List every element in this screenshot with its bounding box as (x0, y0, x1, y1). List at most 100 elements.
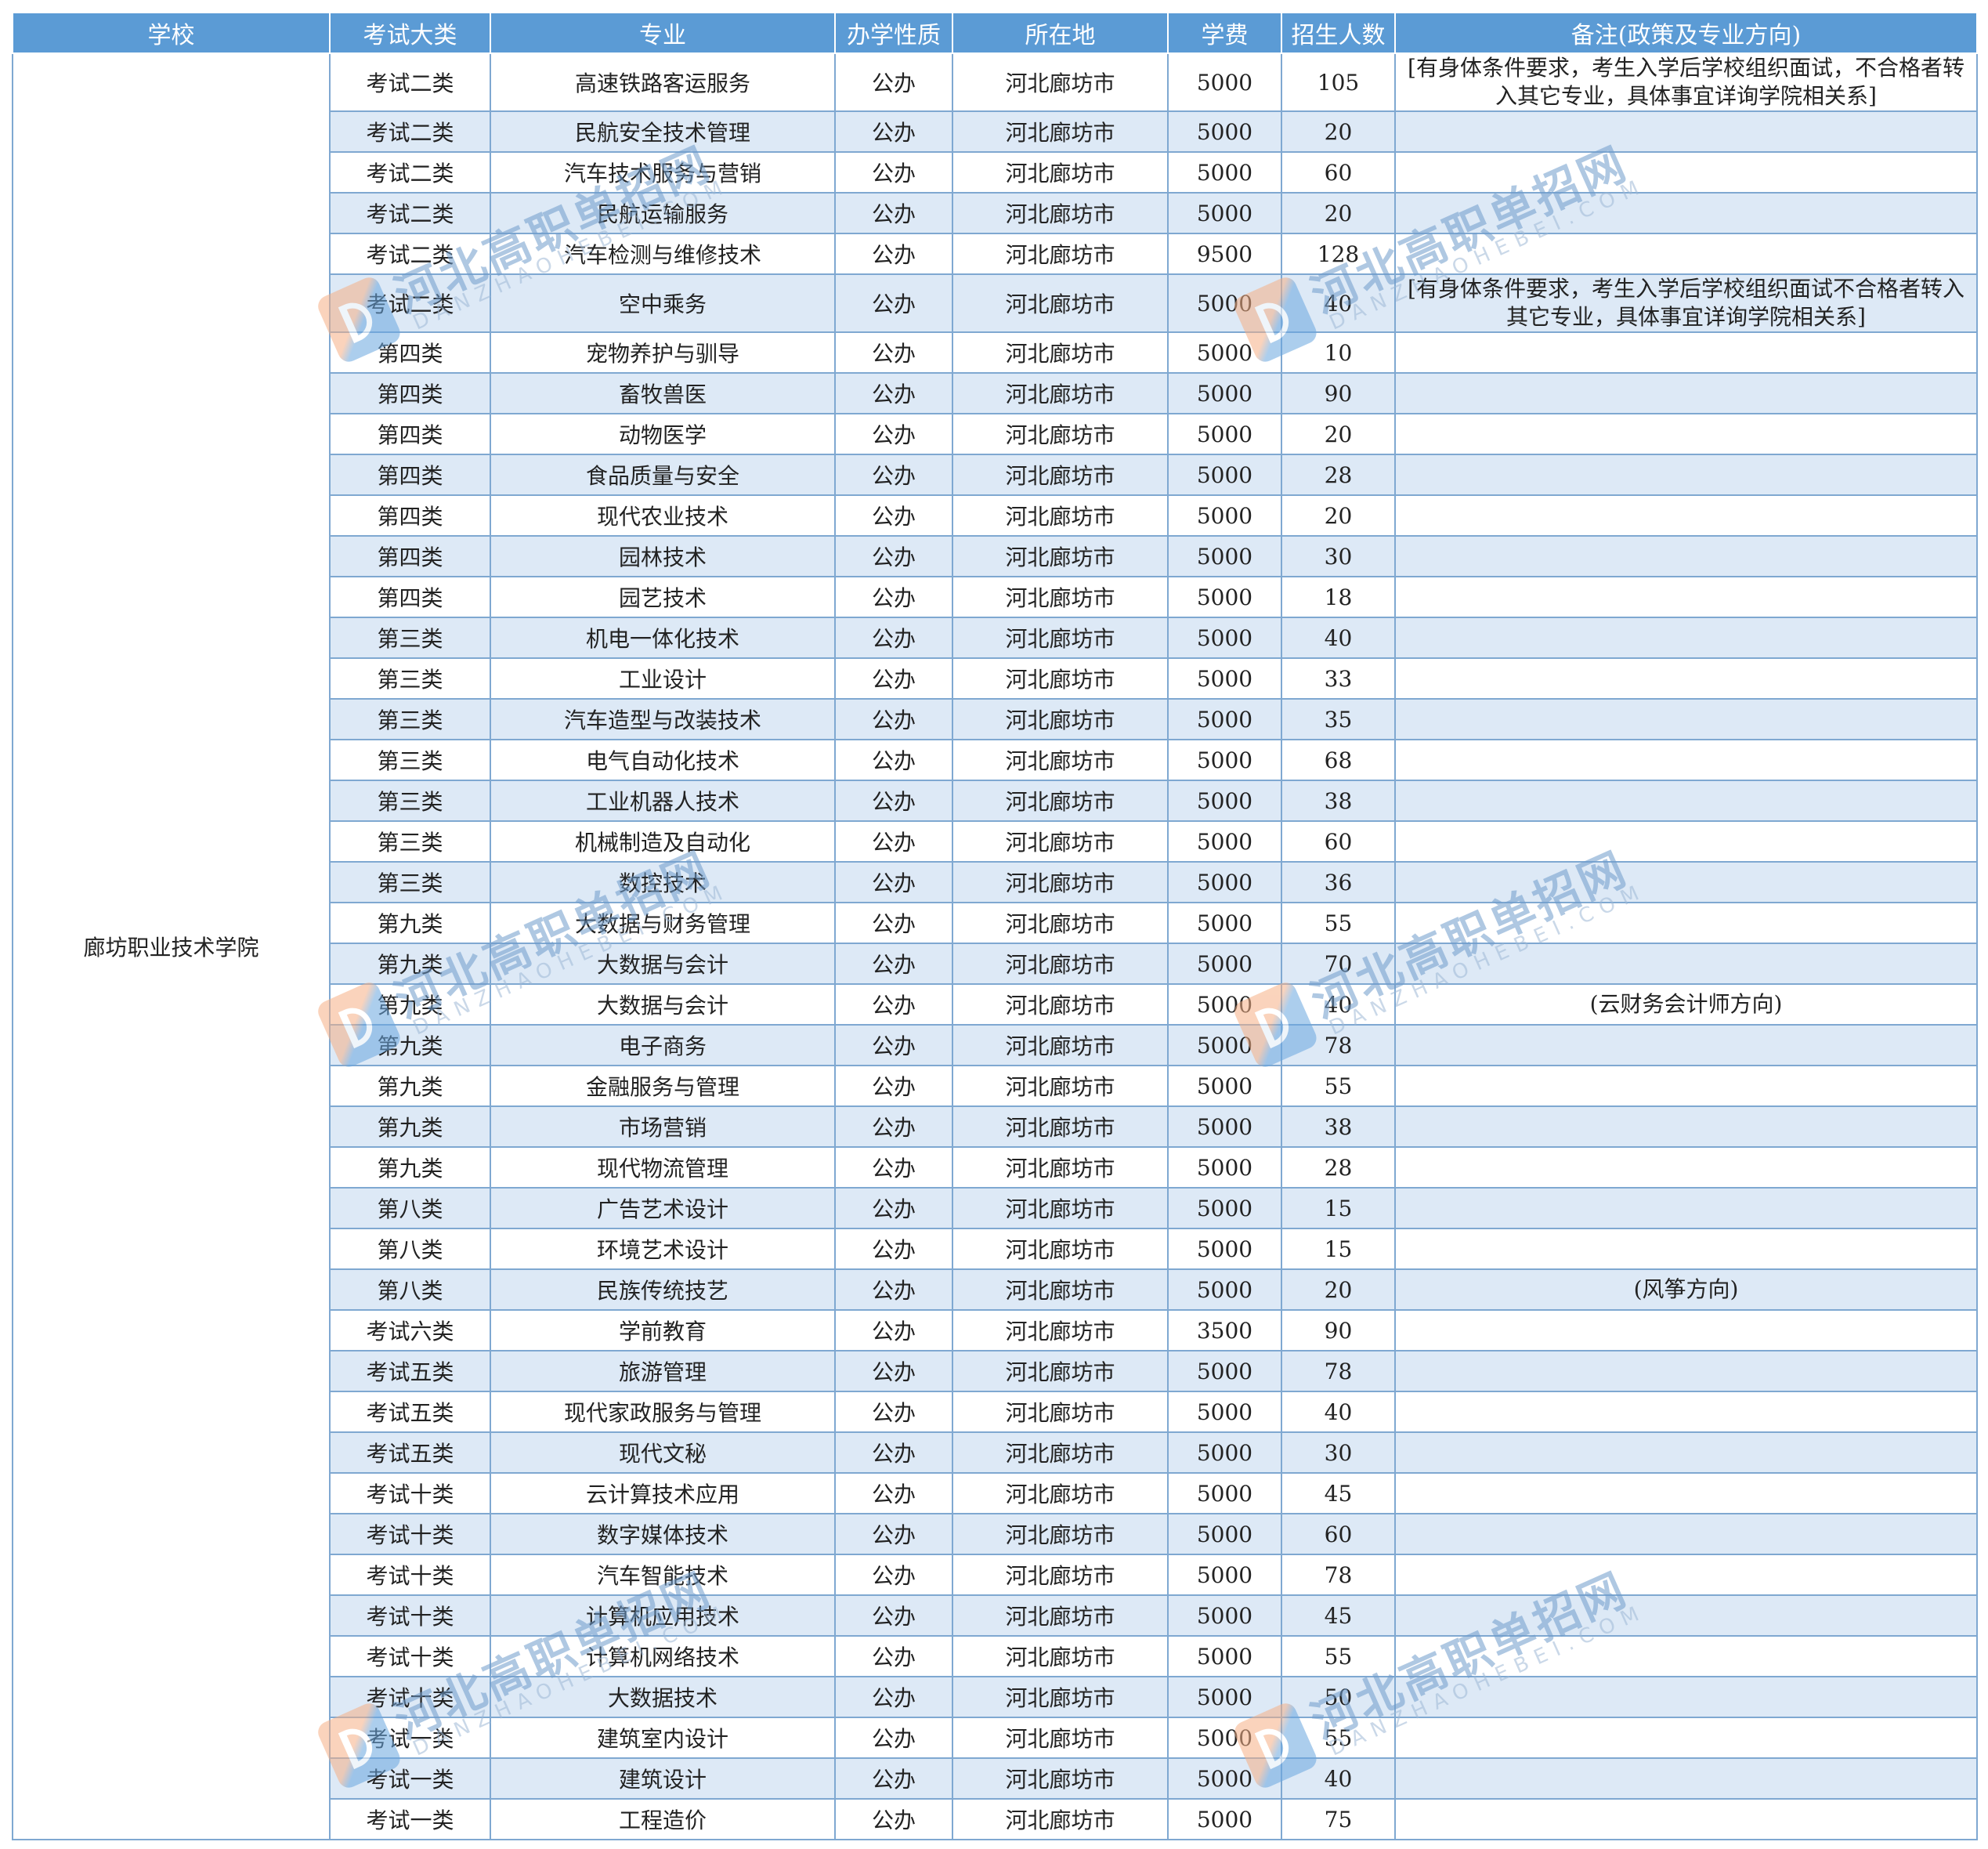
fee-cell: 5000 (1167, 1798, 1282, 1840)
fee-cell: 5000 (1167, 861, 1282, 903)
nature-cell: 公办 (834, 739, 953, 781)
major-cell: 大数据与财务管理 (490, 902, 836, 944)
fee-cell: 5000 (1167, 1676, 1282, 1718)
header-location: 所在地 (952, 12, 1169, 54)
location-cell: 河北廊坊市 (952, 1105, 1169, 1148)
note-cell (1394, 535, 1978, 577)
fee-cell: 5000 (1167, 110, 1282, 153)
fee-cell: 5000 (1167, 372, 1282, 414)
count-cell: 30 (1281, 535, 1396, 577)
header-fee: 学费 (1167, 12, 1282, 54)
major-cell: 建筑室内设计 (490, 1717, 836, 1759)
header-category: 考试大类 (329, 12, 491, 54)
major-cell: 工业机器人技术 (490, 780, 836, 822)
nature-cell: 公办 (834, 1268, 953, 1311)
major-cell: 环境艺术设计 (490, 1228, 836, 1270)
fee-cell: 5000 (1167, 698, 1282, 740)
header-nature: 办学性质 (834, 12, 953, 54)
location-cell: 河北廊坊市 (952, 1228, 1169, 1270)
header-school: 学校 (12, 12, 331, 54)
note-cell: [有身体条件要求，考生入学后学校组织面试，不合格者转入其它专业，具体事宜详询学院… (1394, 52, 1978, 112)
major-cell: 食品质量与安全 (490, 454, 836, 496)
note-cell (1394, 657, 1978, 700)
major-cell: 计算机应用技术 (490, 1594, 836, 1637)
location-cell: 河北廊坊市 (952, 617, 1169, 659)
location-cell: 河北廊坊市 (952, 331, 1169, 374)
location-cell: 河北廊坊市 (952, 1757, 1169, 1800)
fee-cell: 5000 (1167, 1757, 1282, 1800)
count-cell: 20 (1281, 413, 1396, 455)
note-cell (1394, 110, 1978, 153)
major-cell: 广告艺术设计 (490, 1187, 836, 1229)
note-cell (1394, 1676, 1978, 1718)
category-cell: 考试五类 (329, 1431, 491, 1474)
location-cell: 河北廊坊市 (952, 943, 1169, 985)
category-cell: 第四类 (329, 454, 491, 496)
note-cell (1394, 1513, 1978, 1555)
count-cell: 45 (1281, 1594, 1396, 1637)
nature-cell: 公办 (834, 1594, 953, 1637)
major-cell: 机电一体化技术 (490, 617, 836, 659)
note-cell (1394, 617, 1978, 659)
count-cell: 15 (1281, 1228, 1396, 1270)
major-cell: 动物医学 (490, 413, 836, 455)
count-cell: 20 (1281, 110, 1396, 153)
note-cell (1394, 1472, 1978, 1514)
category-cell: 考试十类 (329, 1594, 491, 1637)
header-count: 招生人数 (1281, 12, 1396, 54)
location-cell: 河北廊坊市 (952, 192, 1169, 234)
category-cell: 第三类 (329, 780, 491, 822)
nature-cell: 公办 (834, 1391, 953, 1433)
nature-cell: 公办 (834, 902, 953, 944)
category-cell: 第八类 (329, 1187, 491, 1229)
location-cell: 河北廊坊市 (952, 1065, 1169, 1107)
category-cell: 考试二类 (329, 110, 491, 153)
major-cell: 工程造价 (490, 1798, 836, 1840)
fee-cell: 5000 (1167, 943, 1282, 985)
fee-cell: 5000 (1167, 52, 1282, 112)
category-cell: 考试一类 (329, 1757, 491, 1800)
fee-cell: 5000 (1167, 1431, 1282, 1474)
note-cell (1394, 1105, 1978, 1148)
count-cell: 40 (1281, 1391, 1396, 1433)
nature-cell: 公办 (834, 273, 953, 333)
count-cell: 28 (1281, 1146, 1396, 1189)
category-cell: 第四类 (329, 494, 491, 537)
nature-cell: 公办 (834, 1472, 953, 1514)
nature-cell: 公办 (834, 413, 953, 455)
count-cell: 60 (1281, 820, 1396, 863)
note-cell (1394, 1065, 1978, 1107)
count-cell: 28 (1281, 454, 1396, 496)
fee-cell: 5000 (1167, 273, 1282, 333)
count-cell: 10 (1281, 331, 1396, 374)
category-cell: 考试十类 (329, 1676, 491, 1718)
location-cell: 河北廊坊市 (952, 233, 1169, 275)
table-row: 廊坊职业技术学院 考试二类 高速铁路客运服务 公办 河北廊坊市 5000 105 [有身体条件… (12, 52, 1978, 1840)
nature-cell: 公办 (834, 1757, 953, 1800)
location-cell: 河北廊坊市 (952, 657, 1169, 700)
note-cell (1394, 1228, 1978, 1270)
location-cell: 河北廊坊市 (952, 535, 1169, 577)
table-container: 学校 考试大类 专业 办学性质 所在地 学费 招生人数 备注(政策及专业方向) … (12, 12, 1978, 1840)
note-cell: (云财务会计师方向) (1394, 983, 1978, 1026)
major-cell: 民航运输服务 (490, 192, 836, 234)
nature-cell: 公办 (834, 454, 953, 496)
major-cell: 旅游管理 (490, 1350, 836, 1392)
note-cell (1394, 1431, 1978, 1474)
nature-cell: 公办 (834, 1146, 953, 1189)
fee-cell: 5000 (1167, 780, 1282, 822)
location-cell: 河北廊坊市 (952, 1146, 1169, 1189)
nature-cell: 公办 (834, 1798, 953, 1840)
count-cell: 38 (1281, 780, 1396, 822)
count-cell: 55 (1281, 902, 1396, 944)
location-cell: 河北廊坊市 (952, 151, 1169, 194)
nature-cell: 公办 (834, 617, 953, 659)
major-cell: 工业设计 (490, 657, 836, 700)
count-cell: 33 (1281, 657, 1396, 700)
note-cell (1394, 820, 1978, 863)
location-cell: 河北廊坊市 (952, 1635, 1169, 1677)
category-cell: 第三类 (329, 698, 491, 740)
major-cell: 学前教育 (490, 1309, 836, 1351)
count-cell: 18 (1281, 576, 1396, 618)
fee-cell: 5000 (1167, 1228, 1282, 1270)
